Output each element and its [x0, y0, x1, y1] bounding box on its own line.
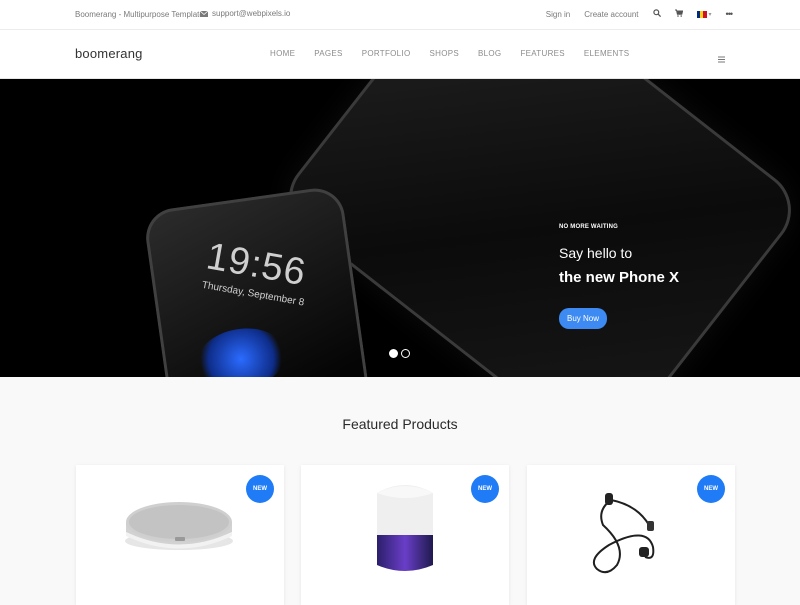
buy-now-button[interactable]: Buy Now	[559, 308, 608, 329]
slider-dot-2[interactable]	[401, 349, 410, 358]
hamburger-menu-icon[interactable]	[718, 50, 725, 68]
hero-heading-line1: Say hello to	[559, 245, 633, 261]
support-contact[interactable]: support@webpixels.io	[200, 9, 290, 18]
hero-slider: 19:56 Thursday, September 8 NO MORE WAIT…	[0, 79, 800, 377]
nav-pages[interactable]: PAGES	[314, 49, 342, 58]
hero-eyebrow: NO MORE WAITING	[559, 224, 618, 230]
nav-home[interactable]: HOME	[270, 49, 295, 58]
nav-features[interactable]: FEATURES	[520, 49, 564, 58]
nav-elements[interactable]: ELEMENTS	[584, 49, 630, 58]
slider-dots	[389, 349, 410, 358]
site-name: Boomerang - Multipurpose Template	[75, 10, 204, 19]
romania-flag-icon	[696, 10, 707, 18]
product-card[interactable]: NEW	[76, 465, 284, 605]
chevron-down-icon: ▾	[708, 11, 712, 18]
support-email[interactable]: support@webpixels.io	[212, 9, 290, 18]
nav-portfolio[interactable]: PORTFOLIO	[362, 49, 411, 58]
cart-icon[interactable]	[674, 9, 683, 19]
language-selector[interactable]: ▾	[696, 10, 712, 18]
more-icon[interactable]: •••	[726, 9, 734, 19]
product-card[interactable]: NEW	[527, 465, 735, 605]
top-bar: Boomerang - Multipurpose Template suppor…	[0, 0, 800, 30]
smart-speaker-mini-image	[125, 502, 233, 550]
smart-speaker-image	[377, 485, 433, 571]
main-menu: HOME PAGES PORTFOLIO SHOPS BLOG FEATURES…	[270, 49, 629, 58]
featured-products-heading: Featured Products	[342, 416, 458, 432]
slider-dot-1[interactable]	[389, 349, 398, 358]
create-account-link[interactable]: Create account	[584, 10, 638, 19]
hero-caption: NO MORE WAITING Say hello to the new Pho…	[559, 224, 679, 329]
search-icon[interactable]	[652, 9, 661, 19]
logo[interactable]: boomerang	[75, 46, 143, 61]
nav-shops[interactable]: SHOPS	[429, 49, 459, 58]
sign-in-link[interactable]: Sign in	[546, 10, 570, 19]
envelope-icon	[200, 10, 208, 17]
nav-blog[interactable]: BLOG	[478, 49, 501, 58]
main-navbar: boomerang HOME PAGES PORTFOLIO SHOPS BLO…	[0, 30, 800, 79]
hero-heading-line2: the new Phone X	[559, 269, 680, 286]
product-card[interactable]: NEW	[301, 465, 509, 605]
wireless-earbuds-image	[593, 493, 655, 574]
